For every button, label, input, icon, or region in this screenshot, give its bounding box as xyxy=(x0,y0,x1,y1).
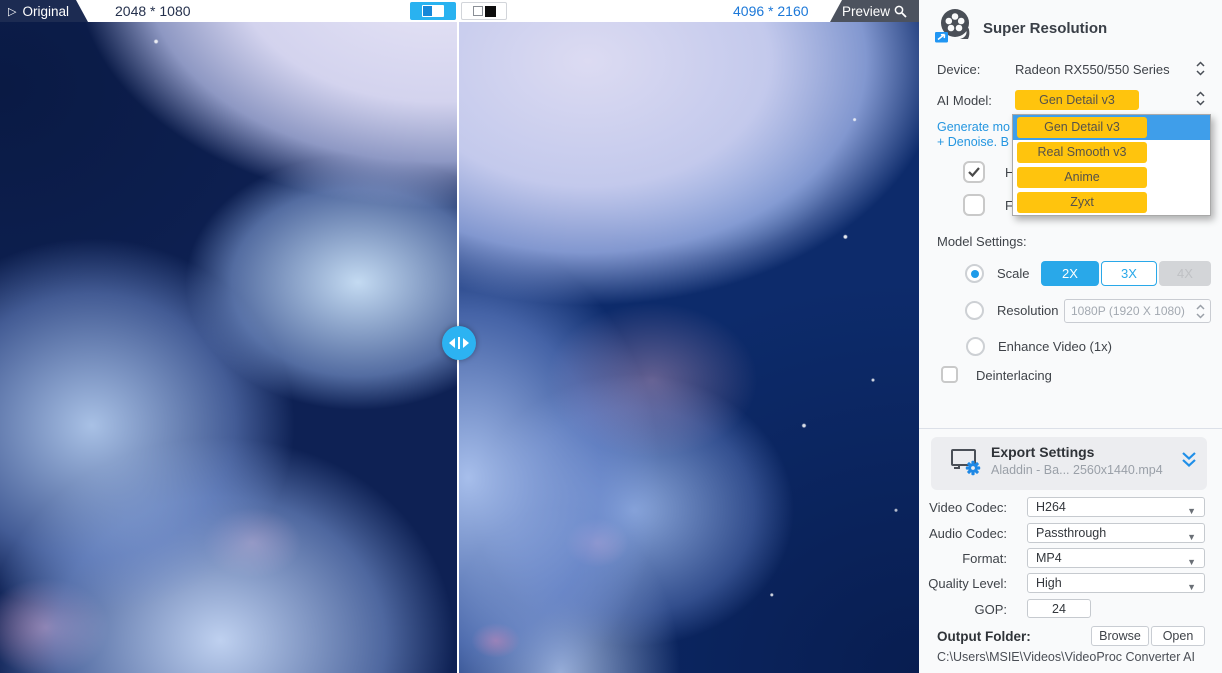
view-mode-toggle-group xyxy=(410,2,507,20)
original-tab-label: Original xyxy=(22,3,69,19)
dropdown-caret-icon: ▼ xyxy=(1187,582,1196,592)
split-view-toggle[interactable] xyxy=(410,2,456,20)
side-by-side-icon-filled xyxy=(484,5,496,17)
scale-radio[interactable] xyxy=(965,264,984,283)
resolution-radio[interactable] xyxy=(965,301,984,320)
ai-model-label: AI Model: xyxy=(937,93,992,108)
checkmark-icon xyxy=(968,167,980,178)
dropdown-option-real-smooth[interactable]: Real Smooth v3 xyxy=(1013,140,1210,165)
section-divider xyxy=(919,428,1222,429)
magnifier-icon xyxy=(894,5,907,18)
side-by-side-icon xyxy=(472,6,483,16)
resolution-label: Resolution xyxy=(997,303,1059,318)
output-folder-label: Output Folder: xyxy=(937,629,1031,644)
dropdown-option-anime[interactable]: Anime xyxy=(1013,165,1210,190)
deinterlacing-checkbox[interactable] xyxy=(941,366,958,383)
split-view-icon xyxy=(422,5,444,17)
super-resolution-panel: Super Resolution Device: Radeon RX550/55… xyxy=(919,0,1222,673)
original-resolution-label: 2048 * 1080 xyxy=(115,3,191,19)
film-reel-icon xyxy=(933,7,973,50)
model-description-line2: + Denoise. B xyxy=(937,135,1009,149)
deinterlacing-label: Deinterlacing xyxy=(976,368,1052,383)
audio-codec-label: Audio Codec: xyxy=(928,526,1007,541)
scale-2x-button[interactable]: 2X xyxy=(1041,261,1099,286)
quality-level-select[interactable]: High ▼ xyxy=(1027,573,1205,593)
enhanced-video-frame xyxy=(459,22,919,673)
double-chevron-down-icon[interactable] xyxy=(1179,451,1199,471)
right-arrow-icon xyxy=(463,338,469,348)
comparison-preview-area xyxy=(0,22,919,673)
scale-label: Scale xyxy=(997,266,1030,281)
enhance-video-radio[interactable] xyxy=(966,337,985,356)
browse-button[interactable]: Browse xyxy=(1091,626,1149,646)
quality-level-label: Quality Level: xyxy=(928,576,1007,591)
left-arrow-icon xyxy=(449,338,455,348)
dropdown-caret-icon: ▼ xyxy=(1187,532,1196,542)
model-description-line1: Generate mo xyxy=(937,120,1010,134)
device-label: Device: xyxy=(937,62,981,77)
model-option-f-checkbox[interactable] xyxy=(963,194,985,216)
videoproc-super-resolution-window: ▷ Original 2048 * 1080 4096 * 2160 Previ… xyxy=(0,0,1222,673)
preview-tab-label: Preview xyxy=(841,3,890,19)
ai-model-dropdown: Gen Detail v3 Real Smooth v3 Anime Zyxt xyxy=(1012,114,1211,216)
export-settings-subtitle: Aladdin - Ba... 2560x1440.mp4 xyxy=(991,463,1163,477)
gop-input[interactable] xyxy=(1027,599,1091,618)
audio-codec-select[interactable]: Passthrough ▼ xyxy=(1027,523,1205,543)
dropdown-option-gen-detail[interactable]: Gen Detail v3 xyxy=(1013,115,1210,140)
format-label: Format: xyxy=(962,551,1007,566)
scale-4x-button: 4X xyxy=(1159,261,1211,286)
chevron-updown-icon[interactable] xyxy=(1195,90,1206,110)
dropdown-caret-icon: ▼ xyxy=(1187,557,1196,567)
chevron-updown-icon[interactable] xyxy=(1195,60,1206,80)
open-button[interactable]: Open xyxy=(1151,626,1205,646)
video-codec-select[interactable]: H264 ▼ xyxy=(1027,497,1205,517)
output-folder-path: C:\Users\MSIE\Videos\VideoProc Converter… xyxy=(937,650,1195,664)
preview-tab[interactable]: Preview xyxy=(830,0,919,22)
video-codec-label: Video Codec: xyxy=(929,500,1007,515)
enhance-video-label: Enhance Video (1x) xyxy=(998,339,1112,354)
model-option-h-checkbox[interactable] xyxy=(963,161,985,183)
device-select[interactable]: Radeon RX550/550 Series xyxy=(1015,62,1170,77)
model-description: Generate mo + Denoise. B xyxy=(937,120,1011,150)
play-icon: ▷ xyxy=(8,5,17,18)
comparison-slider-handle[interactable] xyxy=(442,326,476,360)
export-settings-title: Export Settings xyxy=(991,444,1095,460)
original-video-frame xyxy=(0,22,459,673)
handle-bar xyxy=(458,337,460,349)
dropdown-option-zyxt[interactable]: Zyxt xyxy=(1013,190,1210,215)
dropdown-caret-icon: ▼ xyxy=(1187,506,1196,516)
chevron-updown-icon xyxy=(1195,303,1206,323)
gop-label: GOP: xyxy=(974,602,1007,617)
preview-toolbar: ▷ Original 2048 * 1080 4096 * 2160 Previ… xyxy=(0,0,919,22)
ai-model-select[interactable]: Gen Detail v3 xyxy=(1015,90,1139,110)
page-title: Super Resolution xyxy=(983,20,1108,37)
monitor-gear-icon xyxy=(949,447,981,480)
model-settings-label: Model Settings: xyxy=(937,234,1027,249)
format-select[interactable]: MP4 ▼ xyxy=(1027,548,1205,568)
output-resolution-label: 4096 * 2160 xyxy=(733,3,809,19)
side-by-side-toggle[interactable] xyxy=(461,2,507,20)
original-tab[interactable]: ▷ Original xyxy=(0,0,88,22)
resolution-select: 1080P (1920 X 1080) xyxy=(1064,299,1211,323)
scale-3x-button[interactable]: 3X xyxy=(1101,261,1157,286)
